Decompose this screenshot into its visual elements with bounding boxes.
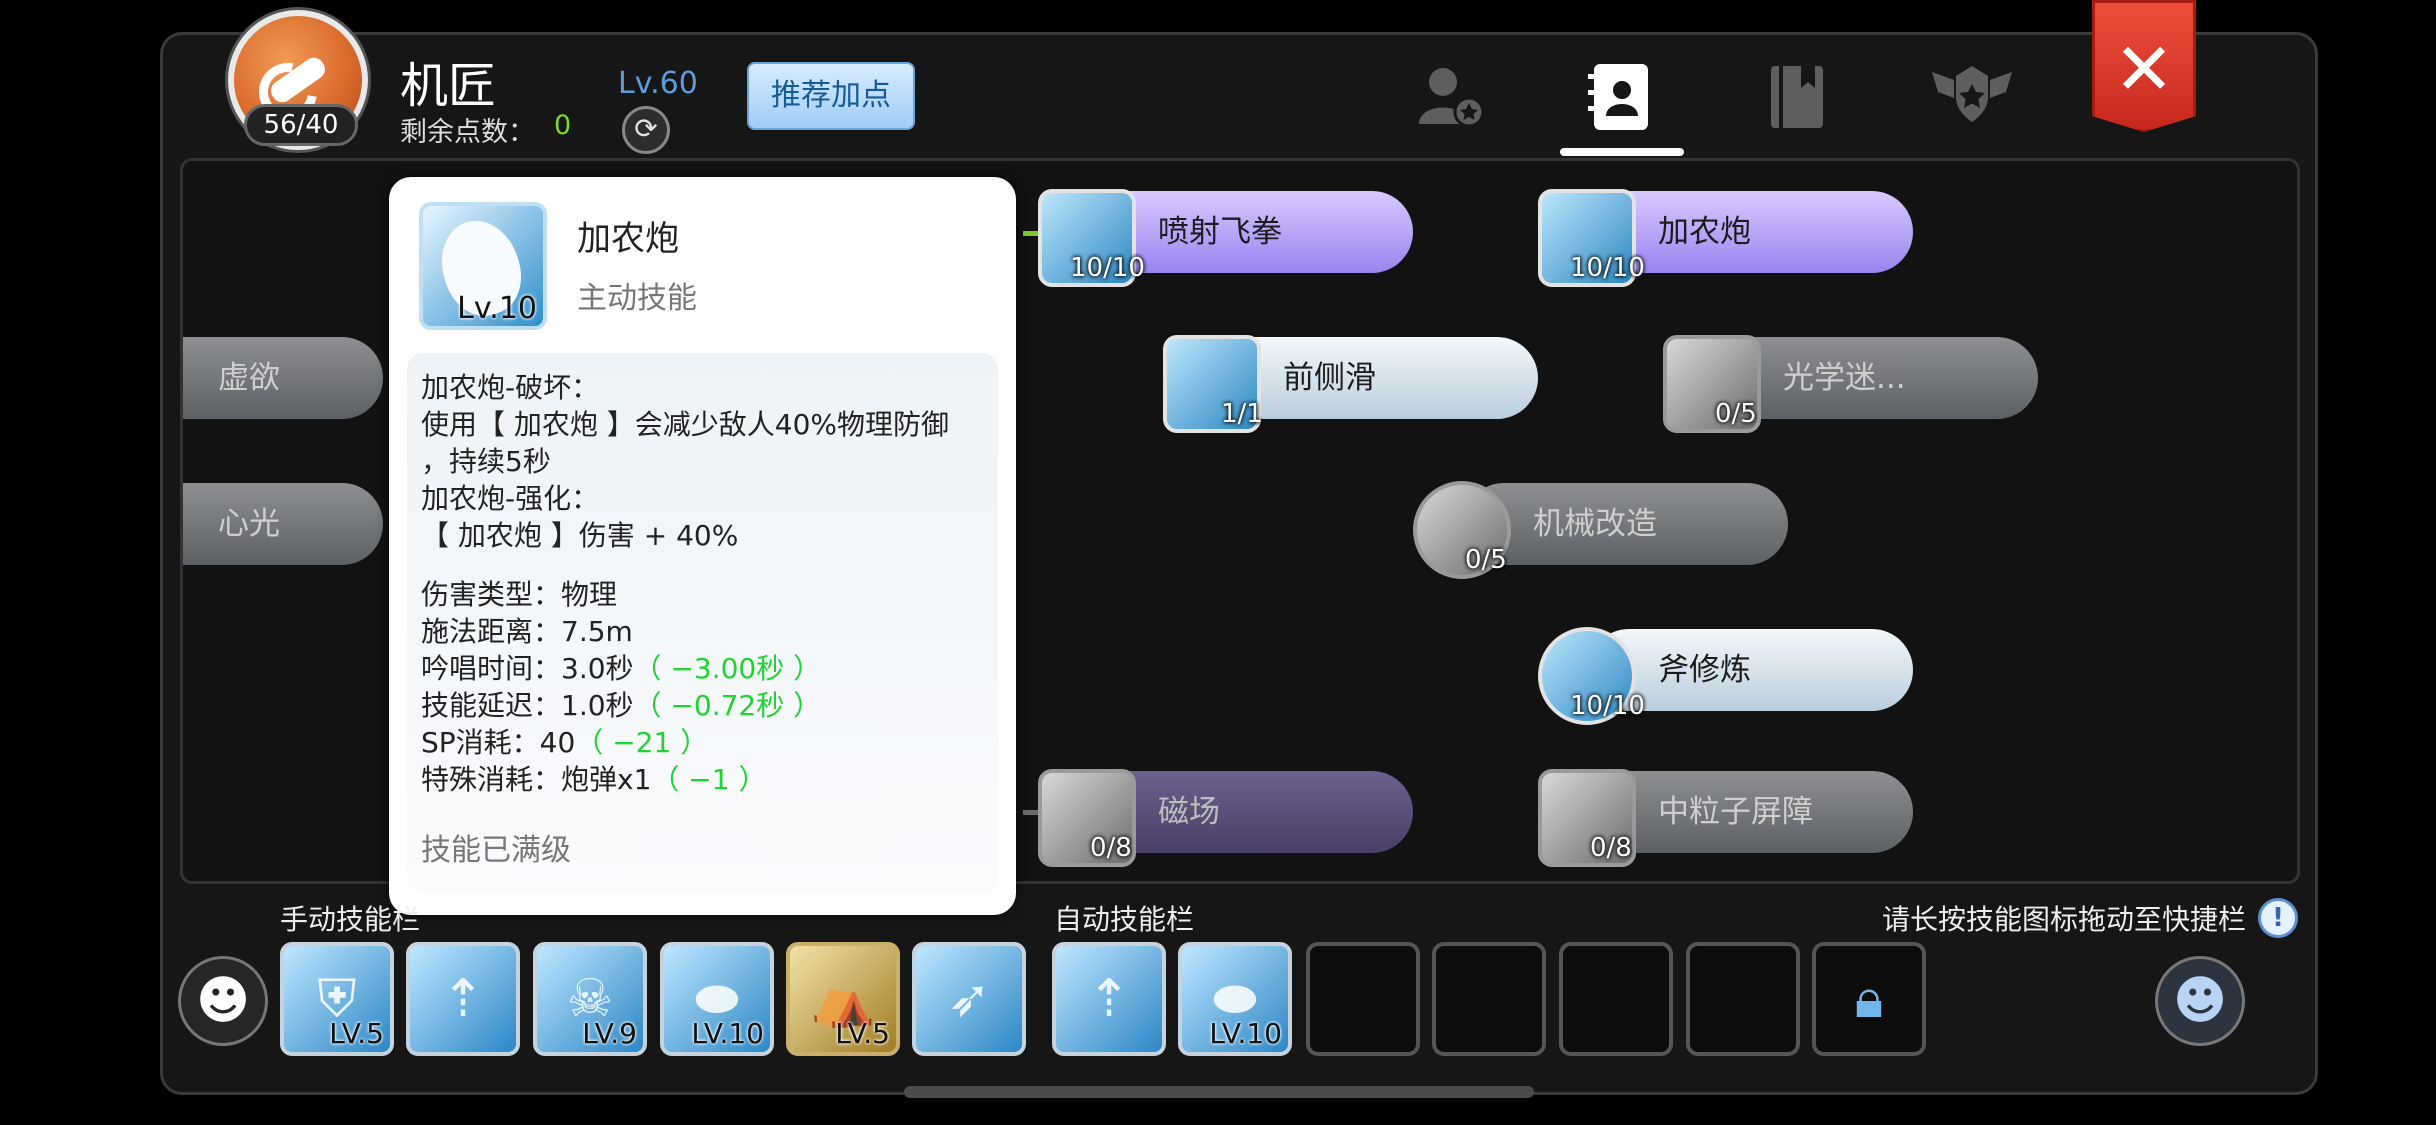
manual-skill-bar-label: 手动技能栏 (280, 903, 421, 936)
skill-node-count: 10/10 (1570, 253, 1645, 283)
skill-node-jet-punch[interactable]: 喷射飞拳 10/10 (1038, 189, 1418, 287)
manual-slot[interactable]: ⛺ LV.5 (786, 942, 900, 1056)
book-icon[interactable] (1742, 52, 1852, 142)
skill-node-magnetic-field[interactable]: 磁场 0/8 (1038, 769, 1418, 867)
auto-slot[interactable]: ⬬ LV.10 (1178, 942, 1292, 1056)
winged-crest-icon[interactable] (1917, 52, 2027, 142)
desc-line: ，持续5秒 (421, 445, 551, 478)
cannon-shell-icon: Lv.10 (419, 202, 547, 330)
slot-level: LV.10 (691, 1017, 764, 1050)
sp-cost: SP消耗：40（ −21 ） (421, 726, 709, 759)
skill-node-side-slide[interactable]: 前侧滑 1/1 (1163, 335, 1543, 433)
contact-book-icon[interactable] (1566, 52, 1676, 142)
skill-node-count: 1/1 (1221, 399, 1263, 429)
desc-line: 加农炮-强化： (421, 482, 600, 515)
cast-time: 吟唱时间：3.0秒（ −3.00秒 ） (421, 652, 822, 685)
fountain-icon: ⇡ (441, 969, 485, 1029)
character-level: Lv.60 (618, 66, 698, 101)
damage-type: 伤害类型：物理 (421, 578, 618, 611)
cast-range: 施法距离：7.5m (421, 615, 633, 648)
cat-avatar-icon[interactable]: ☻ (178, 956, 268, 1046)
skill-node-partial[interactable]: 虚欲 (183, 337, 383, 419)
manual-slot[interactable]: ⬬ LV.10 (660, 942, 774, 1056)
manual-slot[interactable]: ➶ (912, 942, 1026, 1056)
fountain-icon: ⇡ (1087, 969, 1131, 1029)
active-tab-indicator (1560, 148, 1684, 156)
skill-node-particle-barrier[interactable]: 中粒子屏障 0/8 (1538, 769, 1918, 867)
tooltip-skill-level: Lv.10 (457, 291, 537, 326)
tooltip-description: 加农炮-破坏： 使用【 加农炮 】会减少敌人40%物理防御 ，持续5秒 加农炮-… (407, 353, 998, 893)
skill-node-count: 0/8 (1090, 833, 1132, 863)
skill-count-badge: 56/40 (244, 104, 358, 146)
refresh-icon[interactable]: ⟳ (622, 106, 670, 154)
skill-node-count: 0/5 (1715, 399, 1757, 429)
skill-node-mech-mod[interactable]: 机械改造 0/5 (1413, 481, 1793, 579)
tooltip-title: 加农炮 (577, 219, 679, 259)
max-level-status: 技能已满级 (421, 833, 571, 868)
skill-node-count: 0/5 (1465, 545, 1507, 575)
skill-node-cannon[interactable]: 加农炮 10/10 (1538, 189, 1918, 287)
drag-hint: 请长按技能图标拖动至快捷栏 (1882, 903, 2247, 936)
close-icon[interactable]: ✕ (2092, 0, 2196, 132)
points-label: 剩余点数： (400, 117, 535, 148)
locked-slot[interactable]: 🔒︎ (1812, 942, 1926, 1056)
cat-avatar-icon[interactable]: ☻ (2155, 956, 2245, 1046)
skill-node-partial[interactable]: 心光 (183, 483, 383, 565)
skill-node-count: 10/10 (1570, 691, 1645, 721)
skill-node-count: 10/10 (1070, 253, 1145, 283)
manual-slot[interactable]: ⛨ LV.5 (280, 942, 394, 1056)
auto-skill-bar-label: 自动技能栏 (1054, 903, 1195, 936)
manual-slot[interactable]: ⇡ (406, 942, 520, 1056)
skill-node-count: 0/8 (1590, 833, 1632, 863)
special-cost: 特殊消耗：炮弹x1（ −1 ） (421, 763, 767, 796)
skill-node-axe-training[interactable]: 斧修炼 10/10 (1538, 627, 1918, 725)
empty-slot[interactable] (1686, 942, 1800, 1056)
desc-line: 加农炮-破坏： (421, 371, 600, 404)
points-value: 0 (554, 110, 572, 141)
info-icon[interactable]: ! (2258, 898, 2298, 938)
tooltip-skill-type: 主动技能 (577, 281, 697, 316)
rocket-dash-icon: ➶ (947, 969, 991, 1029)
recommend-points-button[interactable]: 推荐加点 (747, 62, 915, 130)
skill-node-optical-camo[interactable]: 光学迷... 0/5 (1663, 335, 2043, 433)
empty-slot[interactable] (1432, 942, 1546, 1056)
slot-level: LV.9 (582, 1017, 637, 1050)
manual-slot[interactable]: ☠ LV.9 (533, 942, 647, 1056)
person-star-icon[interactable] (1395, 52, 1505, 142)
skill-delay: 技能延迟：1.0秒（ −0.72秒 ） (421, 689, 822, 722)
auto-slot[interactable]: ⇡ (1052, 942, 1166, 1056)
empty-slot[interactable] (1559, 942, 1673, 1056)
slot-level: LV.10 (1209, 1017, 1282, 1050)
lock-icon: 🔒︎ (1854, 967, 1884, 1030)
class-name: 机匠 (400, 58, 497, 114)
slot-level: LV.5 (329, 1017, 384, 1050)
empty-slot[interactable] (1306, 942, 1420, 1056)
skill-tooltip: Lv.10 加农炮 主动技能 加农炮-破坏： 使用【 加农炮 】会减少敌人40%… (389, 177, 1016, 915)
desc-line: 【 加农炮 】伤害 + 40% (421, 519, 739, 552)
slot-level: LV.5 (835, 1017, 890, 1050)
home-indicator[interactable] (904, 1086, 1534, 1098)
desc-line: 使用【 加农炮 】会减少敌人40%物理防御 (421, 408, 950, 441)
